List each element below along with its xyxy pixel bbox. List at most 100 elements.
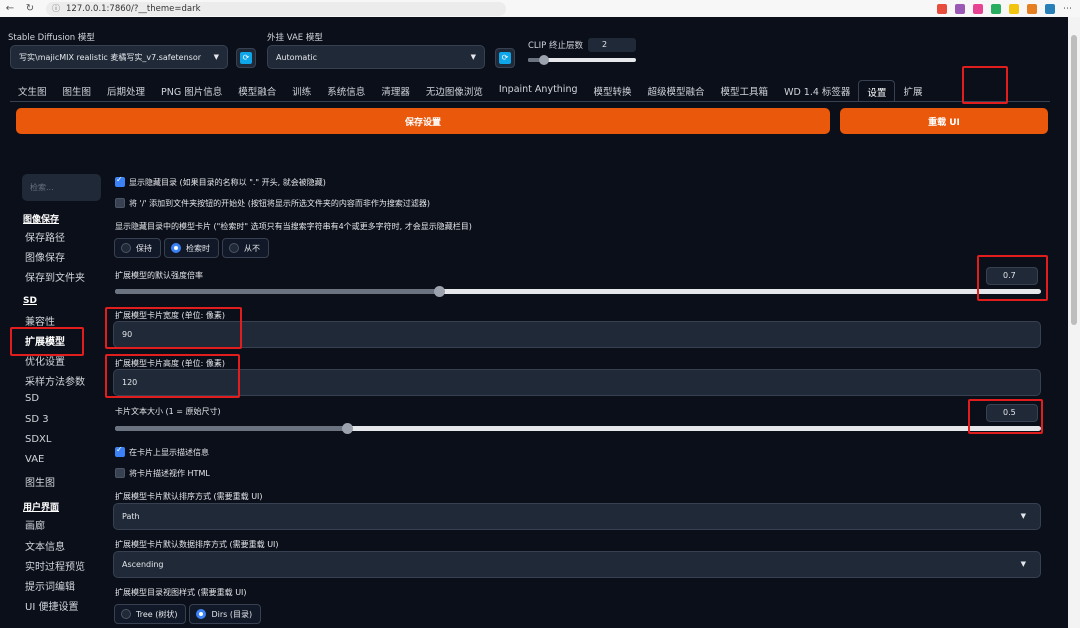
browser-toolbar: ← ↻ ⓘ 127.0.0.1:7860/?__theme=dark ⋯ bbox=[0, 0, 1080, 17]
clip-value-input[interactable]: 2 bbox=[588, 38, 636, 52]
tab-item[interactable]: 后期处理 bbox=[99, 80, 153, 102]
reload-ui-button[interactable]: 重载 UI bbox=[840, 108, 1048, 134]
sidebar-item[interactable]: 优化设置 bbox=[25, 353, 65, 368]
sidebar-item[interactable]: 采样方法参数 bbox=[25, 373, 85, 388]
page-scrollbar[interactable] bbox=[1068, 17, 1080, 628]
slider-thumb[interactable] bbox=[341, 423, 353, 434]
extension-icon[interactable] bbox=[937, 3, 947, 14]
sidebar-group-title[interactable]: 用户界面 bbox=[23, 500, 59, 513]
strength-slider[interactable] bbox=[115, 286, 1041, 297]
card-width-input[interactable]: 90 bbox=[113, 321, 1041, 348]
sidebar-item[interactable]: 保存到文件夹 bbox=[25, 269, 85, 284]
main-tabs: 文生图 图生图 后期处理 PNG 图片信息 模型融合 训练 系统信息 清理器 无边图像浏览 Inp… bbox=[10, 80, 930, 102]
sd-model-refresh-button[interactable]: ⟳ bbox=[236, 48, 256, 68]
tab-item[interactable]: Inpaint Anything bbox=[491, 80, 586, 102]
back-icon[interactable]: ← bbox=[0, 3, 20, 14]
sidebar-item[interactable]: VAE bbox=[25, 454, 44, 465]
tab-item[interactable]: WD 1.4 标签器 bbox=[776, 80, 858, 102]
extension-icon[interactable] bbox=[955, 3, 965, 14]
sidebar-item[interactable]: 图生图 bbox=[25, 474, 55, 489]
desc-html-checkbox[interactable] bbox=[115, 468, 125, 478]
add-slash-label: 将 '/' 添加到文件夹按钮的开始处 (按钮将显示所选文件夹的内容而非作为搜索过… bbox=[129, 199, 430, 208]
info-icon[interactable]: ⓘ bbox=[52, 3, 60, 14]
strength-value: 0.7 bbox=[1003, 271, 1016, 280]
radio-when-searched[interactable]: 检索时 bbox=[164, 238, 219, 258]
clip-value: 2 bbox=[602, 40, 608, 49]
save-settings-button[interactable]: 保存设置 bbox=[16, 108, 830, 134]
sidebar-item[interactable]: SDXL bbox=[25, 434, 51, 445]
show-desc-checkbox[interactable] bbox=[115, 445, 125, 457]
sidebar-item[interactable]: 画廊 bbox=[25, 517, 45, 532]
settings-search-input[interactable]: 检索... bbox=[22, 174, 101, 201]
show-hidden-dirs-checkbox[interactable] bbox=[115, 175, 125, 187]
sidebar-item[interactable]: 文本信息 bbox=[25, 538, 65, 553]
chevron-down-icon: ▼ bbox=[213, 53, 219, 61]
sidebar-item[interactable]: UI 便捷设置 bbox=[25, 598, 78, 613]
extension-icon[interactable] bbox=[991, 3, 1001, 14]
clip-slider[interactable] bbox=[528, 55, 636, 65]
tab-item[interactable]: 模型工具箱 bbox=[713, 80, 777, 102]
vae-select[interactable]: Automatic ▼ bbox=[267, 45, 485, 69]
sidebar-item[interactable]: 扩展模型 bbox=[25, 333, 65, 348]
sidebar-item[interactable]: 提示词编辑 bbox=[25, 578, 75, 593]
radio-dirs[interactable]: Dirs (目录) bbox=[189, 604, 262, 624]
show-desc-label: 在卡片上显示描述信息 bbox=[129, 448, 209, 457]
extension-icon[interactable] bbox=[1009, 3, 1019, 14]
add-slash-checkbox[interactable] bbox=[115, 198, 125, 208]
strength-number-input[interactable]: 0.7 bbox=[986, 267, 1038, 285]
sidebar-group-title[interactable]: 图像保存 bbox=[23, 212, 59, 225]
card-height-label: 扩展模型卡片高度 (单位: 像素) bbox=[115, 359, 226, 368]
chevron-down-icon: ▼ bbox=[1020, 560, 1026, 568]
tab-item[interactable]: 模型转换 bbox=[586, 80, 640, 102]
tab-item[interactable]: PNG 图片信息 bbox=[153, 80, 230, 102]
slider-thumb[interactable] bbox=[434, 286, 446, 297]
sd-model-label: Stable Diffusion 模型 bbox=[8, 33, 95, 43]
radio-keep[interactable]: 保持 bbox=[114, 238, 161, 258]
text-size-value: 0.5 bbox=[1003, 408, 1016, 417]
radio-never[interactable]: 从不 bbox=[222, 238, 269, 258]
tab-item[interactable]: 文生图 bbox=[10, 80, 55, 102]
sidebar-item[interactable]: 兼容性 bbox=[25, 313, 55, 328]
refresh-icon: ⟳ bbox=[240, 52, 252, 64]
extension-icons: ⋯ bbox=[937, 3, 1080, 14]
text-size-label: 卡片文本大小 (1 = 原始尺寸) bbox=[115, 407, 221, 416]
radio-tree[interactable]: Tree (树状) bbox=[114, 604, 187, 624]
sd-model-select[interactable]: 写实\majicMIX realistic 麦橘写实_v7.safetensor… bbox=[10, 45, 228, 69]
tab-item[interactable]: 图生图 bbox=[55, 80, 100, 102]
sd-model-value: 写实\majicMIX realistic 麦橘写实_v7.safetensor bbox=[19, 52, 202, 62]
card-height-input[interactable]: 120 bbox=[113, 369, 1041, 396]
strength-label: 扩展模型的默认强度倍率 bbox=[115, 271, 203, 280]
extension-icon[interactable] bbox=[1045, 3, 1055, 14]
tab-item[interactable]: 训练 bbox=[284, 80, 319, 102]
desc-html-label: 将卡片描述视作 HTML bbox=[129, 469, 210, 478]
sidebar-group-title[interactable]: SD bbox=[23, 296, 37, 306]
tab-item[interactable]: 扩展 bbox=[895, 80, 930, 102]
address-bar[interactable]: ⓘ 127.0.0.1:7860/?__theme=dark bbox=[46, 1, 506, 16]
vae-refresh-button[interactable]: ⟳ bbox=[495, 48, 515, 68]
sidebar-item[interactable]: 图像保存 bbox=[25, 249, 65, 264]
sort-dir-select[interactable]: Ascending ▼ bbox=[113, 551, 1041, 578]
browser-menu-icon[interactable]: ⋯ bbox=[1063, 4, 1072, 14]
sidebar-item[interactable]: 实时过程预览 bbox=[25, 558, 85, 573]
text-size-slider[interactable] bbox=[115, 423, 1041, 434]
sidebar-item[interactable]: SD bbox=[25, 393, 39, 404]
text-size-number-input[interactable]: 0.5 bbox=[986, 404, 1038, 422]
sort-dir-label: 扩展模型卡片默认数据排序方式 (需要重载 UI) bbox=[115, 540, 279, 549]
vae-value: Automatic bbox=[276, 52, 318, 62]
tab-item[interactable]: 系统信息 bbox=[319, 80, 373, 102]
extension-icon[interactable] bbox=[973, 3, 983, 14]
tab-item[interactable]: 超级模型融合 bbox=[640, 80, 713, 102]
sort-select[interactable]: Path ▼ bbox=[113, 503, 1041, 530]
url-text: 127.0.0.1:7860/?__theme=dark bbox=[66, 3, 201, 14]
tab-item[interactable]: 模型融合 bbox=[230, 80, 284, 102]
sort-label: 扩展模型卡片默认排序方式 (需要重载 UI) bbox=[115, 492, 263, 501]
reload-icon[interactable]: ↻ bbox=[20, 3, 40, 14]
sidebar-item[interactable]: SD 3 bbox=[25, 414, 49, 425]
show-hidden-dirs-label: 显示隐藏目录 (如果目录的名称以 "." 开头, 就会被隐藏) bbox=[129, 178, 326, 187]
tab-item[interactable]: 无边图像浏览 bbox=[418, 80, 491, 102]
extension-icon[interactable] bbox=[1027, 3, 1037, 14]
tree-label: 扩展模型目录视图样式 (需要重载 UI) bbox=[115, 588, 247, 597]
sidebar-item[interactable]: 保存路径 bbox=[25, 229, 65, 244]
tab-item[interactable]: 设置 bbox=[858, 80, 896, 102]
tab-item[interactable]: 清理器 bbox=[373, 80, 418, 102]
